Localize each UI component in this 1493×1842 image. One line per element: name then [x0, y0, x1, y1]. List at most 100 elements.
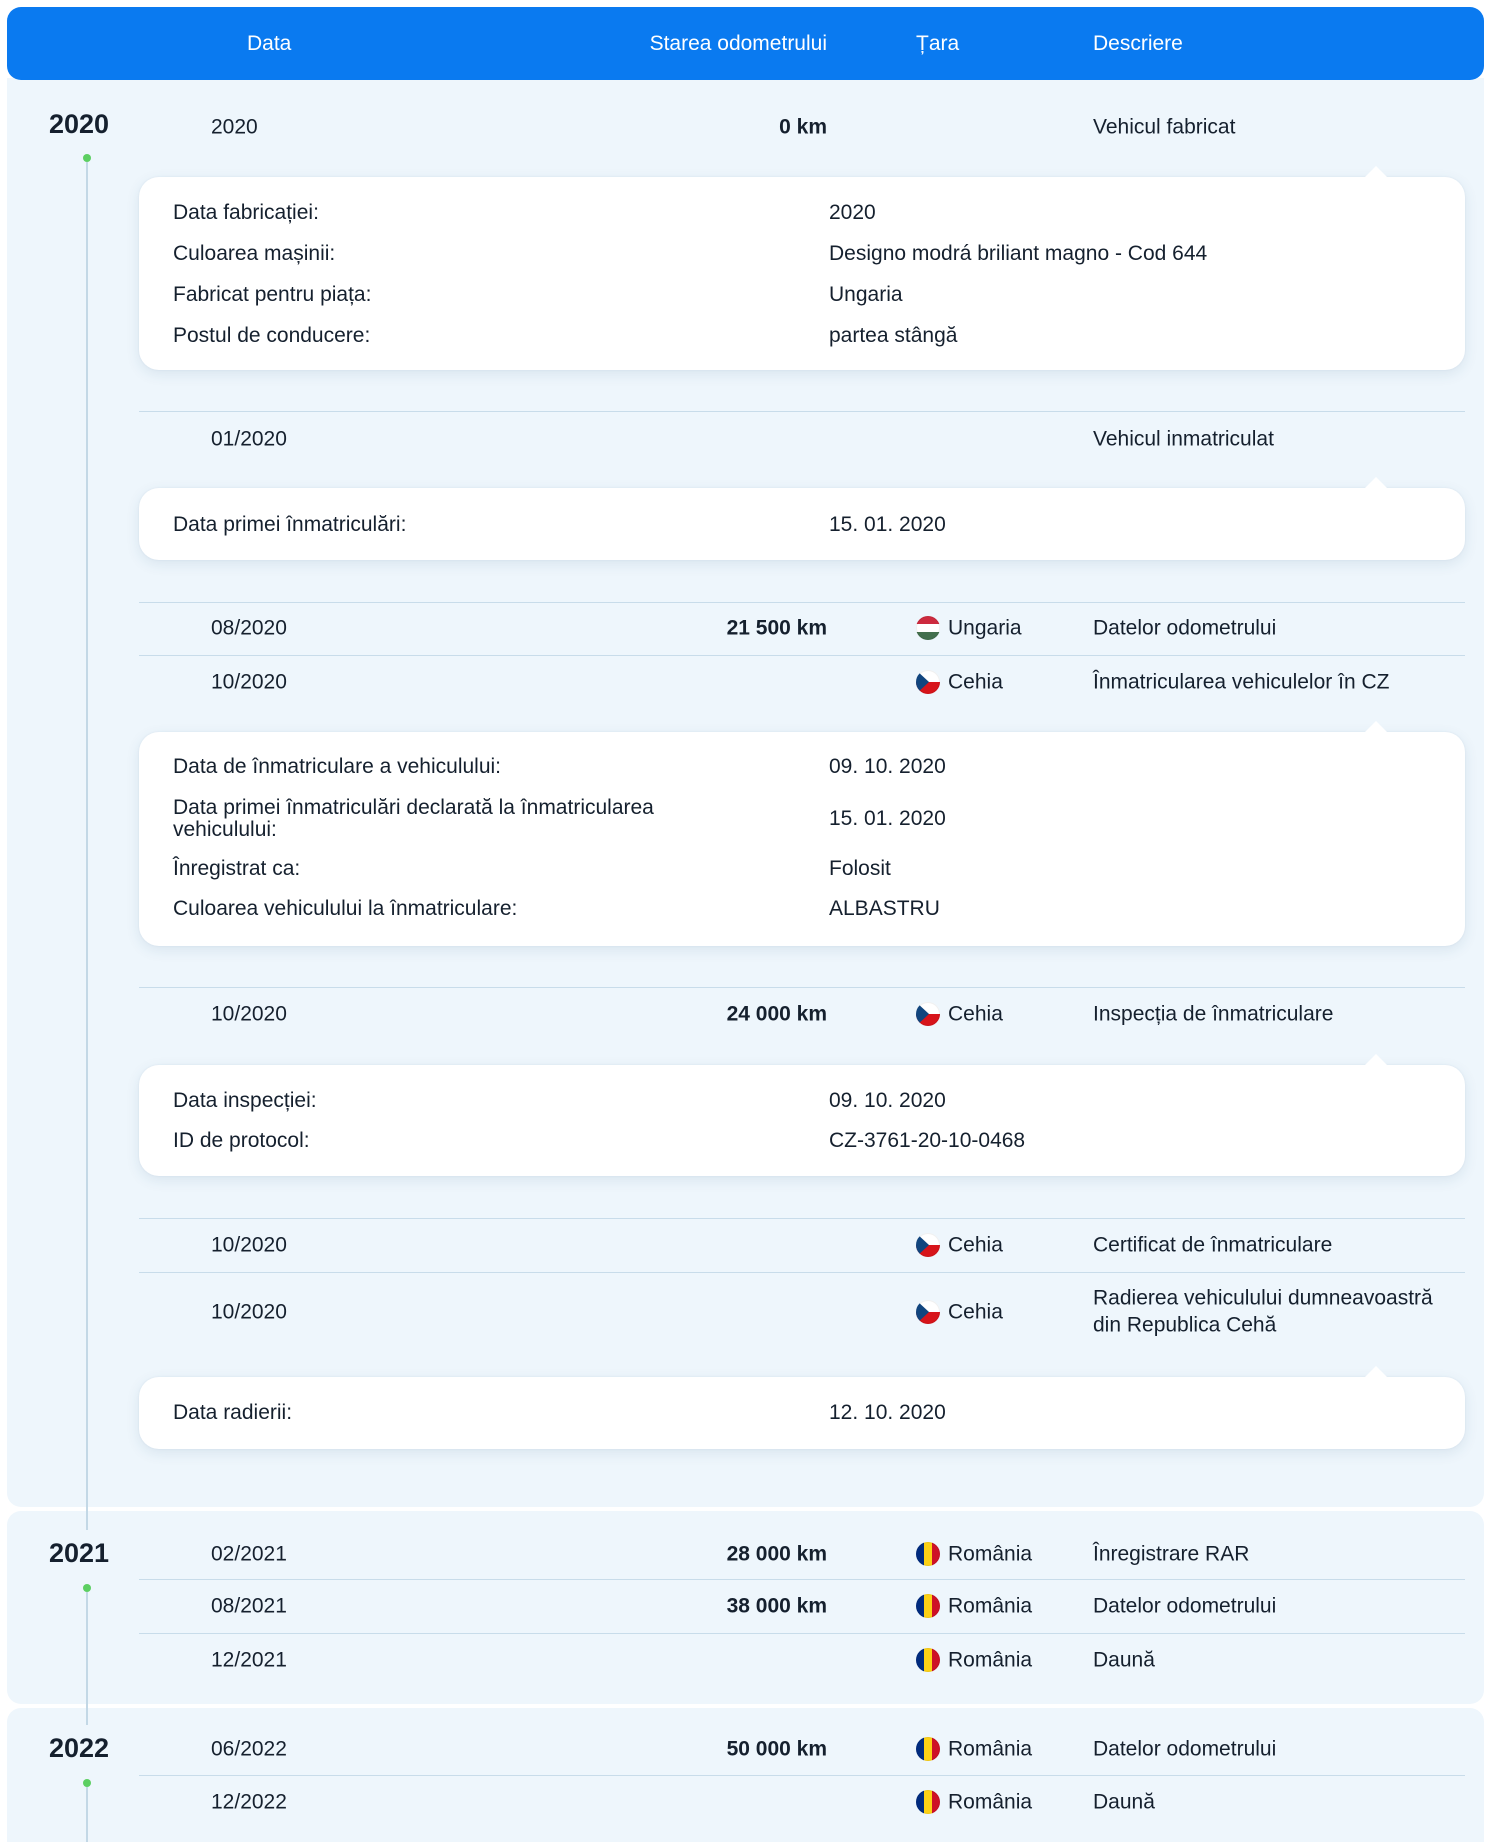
entry-odometer: 0 km	[779, 115, 827, 139]
detail-label: Data fabricației:	[173, 201, 319, 224]
entry-details-card: Data de înmatriculare a vehiculului: 09.…	[139, 721, 1465, 946]
year-label: 2021	[49, 1538, 110, 1568]
detail-value: Ungaria	[829, 283, 903, 306]
detail-label: Postul de conducere:	[173, 324, 371, 347]
detail-row: ID de protocol: CZ-3761-20-10-0468	[139, 1119, 1465, 1163]
entry-country: România	[948, 1737, 1033, 1761]
entry-country: Cehia	[948, 1300, 1003, 1324]
timeline-line	[86, 1787, 88, 1842]
entry-odometer: 50 000 km	[726, 1737, 827, 1761]
entry-description: Daună	[1093, 1790, 1155, 1814]
entry-date: 12/2022	[211, 1790, 287, 1814]
entry-date: 10/2020	[211, 1002, 287, 1026]
entry-date: 2020	[211, 115, 258, 139]
entry-description: Daună	[1093, 1648, 1155, 1672]
history-entry: 08/2021 38 000 km România Datelor odomet…	[139, 1580, 1465, 1632]
table-header: Data Starea odometrului Țara Descriere	[7, 7, 1484, 80]
entry-description: Înregistrare RAR	[1093, 1542, 1250, 1566]
detail-row: Culoarea vehiculului la înmatriculare: A…	[139, 887, 1465, 931]
detail-value: CZ-3761-20-10-0468	[829, 1129, 1026, 1152]
entry-country: România	[948, 1542, 1033, 1566]
detail-row: Data primei înmatriculări: 15. 01. 2020	[139, 503, 1465, 547]
flag-czechia-icon	[916, 1233, 940, 1257]
flag-czechia-icon	[916, 1002, 940, 1026]
detail-label: Fabricat pentru piața:	[173, 283, 372, 306]
detail-value: 15. 01. 2020	[829, 807, 946, 830]
entry-country: România	[948, 1594, 1033, 1618]
history-entry: 2020 0 km Vehicul fabricat	[139, 101, 1465, 153]
entry-odometer: 24 000 km	[726, 1002, 827, 1026]
detail-label: Data primei înmatriculări declarată la î…	[173, 796, 654, 841]
entry-date: 10/2020	[211, 670, 287, 694]
detail-value: 15. 01. 2020	[829, 513, 946, 536]
flag-romania-icon	[916, 1648, 940, 1672]
entry-details-card: Data radierii: 12. 10. 2020	[139, 1366, 1465, 1449]
detail-value: ALBASTRU	[829, 897, 940, 920]
entry-description: Certificat de înmatriculare	[1093, 1233, 1333, 1257]
detail-label: ID de protocol:	[173, 1129, 310, 1152]
detail-value: Folosit	[829, 857, 891, 880]
year-label: 2022	[49, 1733, 110, 1763]
flag-romania-icon	[916, 1790, 940, 1814]
entry-date: 10/2020	[211, 1300, 287, 1324]
detail-row: Fabricat pentru piața: Ungaria	[139, 273, 1465, 317]
detail-row: Data fabricației: 2020	[139, 191, 1465, 235]
entry-description: Radierea vehiculului dumneavoastră din R…	[1093, 1286, 1433, 1337]
timeline-dot	[83, 1779, 91, 1787]
entry-country: Ungaria	[948, 616, 1022, 640]
entry-details-card: Data inspecției: 09. 10. 2020 ID de prot…	[139, 1054, 1465, 1176]
entry-date: 10/2020	[211, 1233, 287, 1257]
detail-label: Data inspecției:	[173, 1089, 317, 1112]
detail-label: Data primei înmatriculări:	[173, 513, 407, 536]
history-entry: 01/2020 Vehicul inmatriculat	[139, 413, 1465, 465]
entry-date: 02/2021	[211, 1542, 287, 1566]
history-entry: 06/2022 50 000 km România Datelor odomet…	[139, 1723, 1465, 1775]
year-label: 2020	[49, 109, 110, 139]
header-description: Descriere	[1093, 31, 1183, 55]
entry-date: 12/2021	[211, 1648, 287, 1672]
entry-details-card: Data primei înmatriculări: 15. 01. 2020	[139, 477, 1465, 560]
flag-romania-icon	[916, 1737, 940, 1761]
timeline-line	[86, 162, 88, 1530]
history-entry: 02/2021 28 000 km România Înregistrare R…	[139, 1528, 1465, 1580]
row-divider	[139, 411, 1465, 412]
flag-hungary-icon	[916, 616, 940, 640]
detail-row: Data inspecției: 09. 10. 2020	[139, 1079, 1465, 1123]
detail-label: Înregistrat ca:	[173, 857, 301, 880]
entry-details-card: Data fabricației: 2020 Culoarea mașinii:…	[139, 166, 1465, 370]
flag-czechia-icon	[916, 670, 940, 694]
history-entry: 10/2020 24 000 km Cehia Inspecția de înm…	[139, 988, 1465, 1040]
history-entry: 10/2020 Cehia Înmatricularea vehiculelor…	[139, 656, 1465, 708]
history-entry: 08/2020 21 500 km Ungaria Datelor odomet…	[139, 602, 1465, 654]
entry-country: Cehia	[948, 1233, 1003, 1257]
detail-label: Data de înmatriculare a vehiculului:	[173, 755, 502, 778]
detail-value: 09. 10. 2020	[829, 1089, 946, 1112]
detail-value: partea stângă	[829, 324, 958, 347]
detail-value: Designo modrá briliant magno - Cod 644	[829, 242, 1208, 265]
detail-value: 12. 10. 2020	[829, 1401, 946, 1424]
entry-description: Vehicul fabricat	[1093, 115, 1236, 139]
flag-romania-icon	[916, 1542, 940, 1566]
entry-description: Inspecția de înmatriculare	[1093, 1002, 1334, 1026]
entry-date: 08/2020	[211, 616, 287, 640]
flag-czechia-icon	[916, 1300, 940, 1324]
entry-odometer: 38 000 km	[726, 1594, 827, 1618]
timeline-dot	[83, 1584, 91, 1592]
detail-row: Data primei înmatriculări declarată la î…	[139, 797, 1465, 841]
entry-country: Cehia	[948, 1002, 1003, 1026]
entry-odometer: 21 500 km	[726, 616, 827, 640]
detail-row: Culoarea mașinii: Designo modrá briliant…	[139, 232, 1465, 276]
entry-description: Datelor odometrului	[1093, 616, 1277, 640]
entry-description: Vehicul inmatriculat	[1093, 427, 1274, 451]
entry-country: România	[948, 1790, 1033, 1814]
detail-row: Postul de conducere: partea stângă	[139, 314, 1465, 358]
detail-label: Data radierii:	[173, 1401, 293, 1424]
row-divider	[139, 1272, 1465, 1273]
entry-date: 06/2022	[211, 1737, 287, 1761]
history-entry: 10/2020 Cehia Radierea vehiculului dumne…	[139, 1286, 1465, 1338]
detail-value: 2020	[829, 201, 876, 224]
entry-date: 01/2020	[211, 427, 287, 451]
header-odometer: Starea odometrului	[649, 31, 827, 55]
detail-label: Culoarea mașinii:	[173, 242, 336, 265]
entry-country: Cehia	[948, 670, 1003, 694]
